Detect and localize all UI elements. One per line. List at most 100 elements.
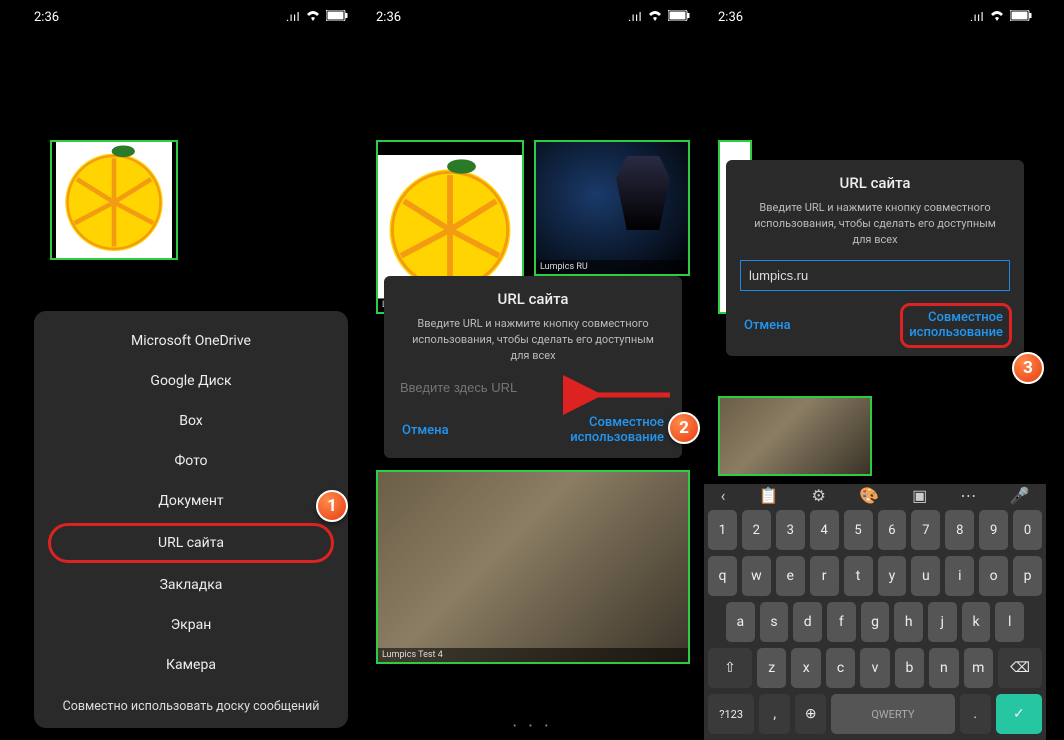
key-5[interactable]: 5 — [844, 510, 873, 550]
status-time: 2:36 — [718, 10, 743, 25]
key-u[interactable]: u — [911, 556, 940, 596]
wifi-icon — [306, 10, 320, 25]
status-icons: .ııl — [286, 10, 348, 25]
wifi-icon — [990, 10, 1004, 25]
menu-item-screen[interactable]: Экран — [34, 605, 348, 645]
key-period[interactable]: . — [960, 694, 991, 734]
key-y[interactable]: y — [878, 556, 907, 596]
key-8[interactable]: 8 — [945, 510, 974, 550]
menu-item-url[interactable]: URL сайта — [48, 523, 334, 563]
key-x[interactable]: x — [791, 648, 820, 688]
key-c[interactable]: c — [826, 648, 855, 688]
cell-signal-icon: .ııl — [628, 10, 642, 24]
key-q[interactable]: q — [708, 556, 737, 596]
keyboard-row-3: ⇧ z x c v b n m ⌫ — [708, 648, 1042, 688]
key-1[interactable]: 1 — [708, 510, 737, 550]
key-4[interactable]: 4 — [810, 510, 839, 550]
url-input[interactable] — [740, 260, 1010, 291]
share-button[interactable]: Совместное использование — [900, 303, 1012, 348]
status-time: 2:36 — [34, 10, 59, 25]
thumbnail-room[interactable]: Lumpics Test 4 — [376, 470, 690, 664]
callout-badge-2: 2 — [668, 412, 700, 444]
kbd-mic-icon[interactable]: 🎤 — [1009, 486, 1029, 505]
key-z[interactable]: z — [757, 648, 786, 688]
key-k[interactable]: k — [962, 602, 991, 642]
key-symbols[interactable]: ?123 — [708, 694, 754, 734]
key-7[interactable]: 7 — [911, 510, 940, 550]
key-f[interactable]: f — [827, 602, 856, 642]
status-bar: 2:36 .ııl — [362, 0, 704, 34]
key-enter[interactable]: ✓ — [996, 694, 1042, 734]
key-language[interactable]: ⊕ — [795, 694, 826, 734]
dialog-text: Введите URL и нажмите кнопку совместного… — [740, 200, 1010, 248]
status-icons: .ııl — [628, 10, 690, 25]
menu-item-box[interactable]: Box — [34, 401, 348, 441]
key-n[interactable]: n — [929, 648, 958, 688]
callout-badge-3: 3 — [1012, 352, 1044, 384]
key-2[interactable]: 2 — [742, 510, 771, 550]
key-0[interactable]: 0 — [1013, 510, 1042, 550]
keyboard-row-2: a s d f g h j k l — [708, 602, 1042, 642]
url-dialog: URL сайта Введите URL и нажмите кнопку с… — [384, 276, 682, 458]
phone-screenshot-3: 2:36 .ııl URL сайта Введите URL и нажмит… — [704, 0, 1046, 740]
key-i[interactable]: i — [945, 556, 974, 596]
key-l[interactable]: l — [995, 602, 1024, 642]
key-h[interactable]: h — [894, 602, 923, 642]
key-j[interactable]: j — [928, 602, 957, 642]
battery-icon — [668, 10, 690, 24]
menu-item-document[interactable]: Документ — [34, 481, 348, 521]
kbd-back-icon[interactable]: ‹ — [721, 486, 726, 505]
cancel-button[interactable]: Отмена — [744, 318, 791, 333]
key-m[interactable]: m — [964, 648, 993, 688]
share-menu: Microsoft OneDrive Google Диск Box Фото … — [34, 311, 348, 728]
key-b[interactable]: b — [895, 648, 924, 688]
key-t[interactable]: t — [844, 556, 873, 596]
url-dialog: URL сайта Введите URL и нажмите кнопку с… — [726, 160, 1024, 356]
kbd-image-icon[interactable]: ▣ — [912, 486, 927, 505]
phone-screenshot-2: 2:36 .ııl Lumpics Test 2 Lumpics RU Lump… — [362, 0, 704, 740]
key-g[interactable]: g — [861, 602, 890, 642]
key-9[interactable]: 9 — [979, 510, 1008, 550]
menu-item-photo[interactable]: Фото — [34, 441, 348, 481]
key-e[interactable]: e — [776, 556, 805, 596]
thumbnail-space[interactable]: Lumpics RU — [534, 140, 690, 276]
callout-badge-1: 1 — [316, 490, 348, 522]
menu-footer: Совместно использовать доску сообщений — [34, 685, 348, 716]
key-p[interactable]: p — [1013, 556, 1042, 596]
key-shift[interactable]: ⇧ — [708, 648, 752, 688]
keyboard-row-4: ?123 , ⊕ QWERTY . ✓ — [708, 694, 1042, 734]
wifi-icon — [648, 10, 662, 25]
key-a[interactable]: a — [726, 602, 755, 642]
kbd-more-icon[interactable]: ⋯ — [960, 486, 976, 505]
kbd-palette-icon[interactable]: 🎨 — [859, 486, 879, 505]
key-w[interactable]: w — [742, 556, 771, 596]
thumbnail-caption: Lumpics RU — [536, 260, 688, 274]
key-r[interactable]: r — [810, 556, 839, 596]
key-v[interactable]: v — [860, 648, 889, 688]
kbd-settings-icon[interactable]: ⚙ — [812, 486, 826, 505]
status-icons: .ııl — [970, 10, 1032, 25]
battery-icon — [326, 10, 348, 24]
cancel-button[interactable]: Отмена — [402, 423, 449, 438]
keyboard-row-1: q w e r t y u i o p — [708, 556, 1042, 596]
key-o[interactable]: o — [979, 556, 1008, 596]
menu-item-camera[interactable]: Камера — [34, 645, 348, 685]
key-backspace[interactable]: ⌫ — [998, 648, 1042, 688]
menu-item-bookmark[interactable]: Закладка — [34, 565, 348, 605]
key-space[interactable]: QWERTY — [831, 694, 955, 734]
dialog-text: Введите URL и нажмите кнопку совместного… — [398, 316, 668, 364]
menu-item-onedrive[interactable]: Microsoft OneDrive — [34, 321, 348, 361]
pager-dots: • • • — [513, 721, 553, 732]
cell-signal-icon: .ııl — [970, 10, 984, 24]
menu-item-google-drive[interactable]: Google Диск — [34, 361, 348, 401]
thumbnail-room[interactable] — [718, 396, 872, 476]
share-button[interactable]: Совместное использование — [570, 415, 664, 446]
keyboard-row-numbers: 1 2 3 4 5 6 7 8 9 0 — [708, 510, 1042, 550]
key-d[interactable]: d — [793, 602, 822, 642]
key-6[interactable]: 6 — [878, 510, 907, 550]
key-s[interactable]: s — [760, 602, 789, 642]
keyboard: ‹ 📋 ⚙ 🎨 ▣ ⋯ 🎤 1 2 3 4 5 6 7 8 9 0 q — [704, 484, 1046, 740]
key-3[interactable]: 3 — [776, 510, 805, 550]
kbd-clipboard-icon[interactable]: 📋 — [759, 486, 779, 505]
key-comma[interactable]: , — [759, 694, 790, 734]
